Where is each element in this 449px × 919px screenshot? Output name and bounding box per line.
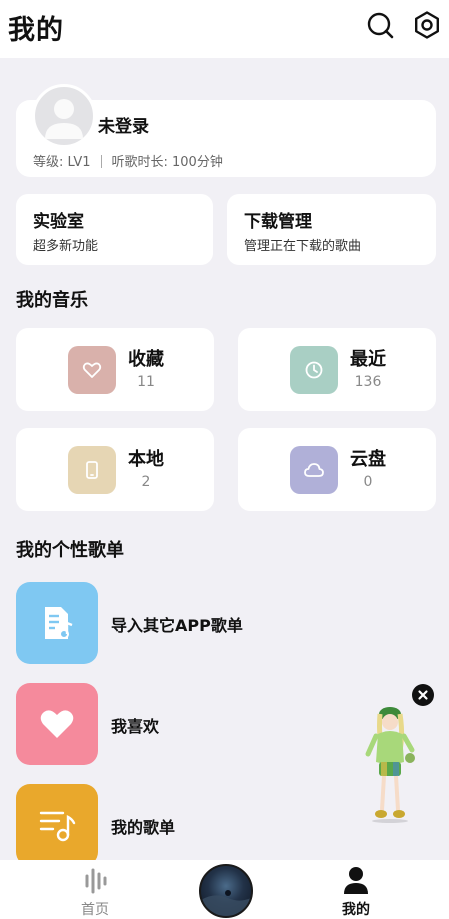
profile-meta: 等级: LV1 听歌时长: 100分钟 [33,151,223,170]
liked-playlist-item[interactable]: 我喜欢 [16,683,396,765]
user-level: 等级: LV1 [33,155,91,170]
listen-time: 听歌时长: 100分钟 [111,155,223,170]
nav-home-label: 首页 [81,902,109,918]
my-playlist-label: 我的歌单 [111,818,176,837]
lab-subtitle: 超多新功能 [33,239,99,254]
nav-home[interactable]: 首页 [55,860,135,919]
nav-mine-label: 我的 [342,902,370,918]
local-label: 本地 [128,449,164,470]
search-icon[interactable] [365,10,395,40]
nav-mine[interactable]: 我的 [316,860,396,919]
default-user-icon [45,99,83,139]
download-manager-card[interactable]: 下载管理 管理正在下载的歌曲 [227,194,436,265]
cloud-drive-label: 云盘 [350,449,386,470]
lab-card[interactable]: 实验室 超多新功能 [16,194,213,265]
favorites-label: 收藏 [128,349,164,370]
recent-count: 136 [354,374,382,390]
download-title: 下载管理 [244,212,312,232]
mascot-character[interactable] [362,700,422,825]
soundwave-icon [85,868,107,894]
cloud-drive-count: 0 [363,474,373,490]
heart-icon [68,346,116,394]
import-playlist-item[interactable]: 导入其它APP歌单 [16,582,396,664]
playlist-icon [16,784,98,866]
cloud-icon [290,446,338,494]
recent-card[interactable]: 最近 136 [238,328,436,411]
my-playlists-title: 我的个性歌单 [16,540,124,561]
avatar[interactable] [32,84,96,148]
my-playlist-item[interactable]: 我的歌单 [16,784,396,866]
music-document-icon [16,582,98,664]
top-header: 我的 [0,0,449,58]
my-music-title: 我的音乐 [16,290,88,311]
settings-icon[interactable] [412,10,442,40]
local-count: 2 [141,474,151,490]
recent-label: 最近 [350,349,386,370]
heart-icon [16,683,98,765]
clock-icon [290,346,338,394]
import-playlist-label: 导入其它APP歌单 [111,616,243,635]
profile-name[interactable]: 未登录 [98,112,149,137]
liked-playlist-label: 我喜欢 [111,717,160,736]
download-subtitle: 管理正在下载的歌曲 [244,239,362,254]
divider [100,155,102,168]
favorites-count: 11 [137,374,155,390]
cloud-drive-card[interactable]: 云盘 0 [238,428,436,511]
phone-icon [68,446,116,494]
lab-title: 实验室 [33,212,84,232]
favorites-card[interactable]: 收藏 11 [16,328,214,411]
user-icon [344,867,368,894]
page-title: 我的 [8,15,64,46]
local-card[interactable]: 本地 2 [16,428,214,511]
now-playing-disc[interactable] [199,864,253,918]
